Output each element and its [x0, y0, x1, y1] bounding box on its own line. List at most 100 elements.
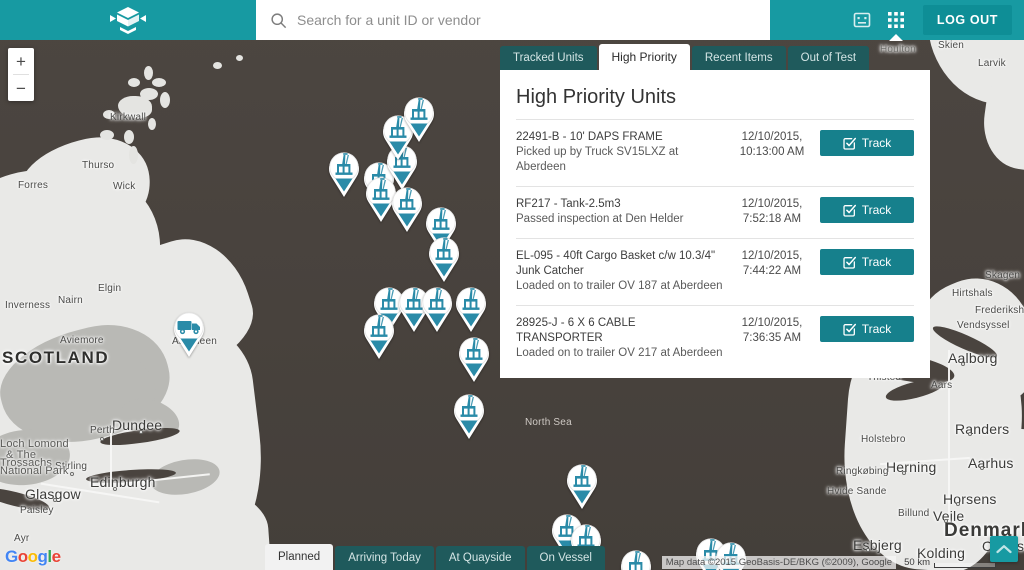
map-label: Aarhus: [968, 455, 1014, 471]
search-bar[interactable]: [256, 0, 770, 40]
map-label: Thurso: [82, 160, 115, 171]
reports-icon-button[interactable]: [845, 0, 879, 40]
zoom-in-button[interactable]: +: [8, 48, 34, 74]
map-label: Frederikshavn: [975, 305, 1024, 316]
unit-marker-rig[interactable]: [450, 392, 488, 440]
unit-title: RF217 - Tank-2.5m3: [516, 198, 621, 210]
unit-timestamp: 12/10/2015, 7:52:18 AM: [741, 198, 803, 225]
map-label: Randers: [955, 421, 1010, 437]
unit-list-item[interactable]: 22491-B - 10' DAPS FRAME Picked up by Tru…: [516, 119, 914, 186]
map-attribution: Map data ©2015 GeoBasis-DE/BKG (©2009), …: [661, 556, 896, 569]
island-shetland-b: [236, 55, 243, 61]
unit-title: 28925-J - 6 X 6 CABLE TRANSPORTER: [516, 317, 636, 344]
panel-tab[interactable]: Out of Test: [787, 46, 870, 70]
unit-marker-rig[interactable]: [360, 312, 398, 360]
track-button-label: Track: [861, 255, 892, 269]
map-label: Aars: [931, 380, 953, 391]
panel-body: High Priority Units 22491-B - 10' DAPS F…: [500, 70, 930, 378]
unit-marker-rig[interactable]: [400, 95, 438, 143]
oil-rig-icon: [459, 337, 489, 382]
active-menu-caret: [888, 34, 903, 41]
city-dot-aarhus: [980, 466, 984, 470]
unit-marker-rig[interactable]: [325, 150, 363, 198]
panel-tab[interactable]: Recent Items: [691, 46, 786, 70]
map-label: Nairn: [58, 295, 83, 306]
unit-marker-rig[interactable]: [455, 335, 493, 383]
unit-info: EL-095 - 40ft Cargo Basket c/w 10.3/4" J…: [516, 249, 734, 294]
google-logo-letter: o: [17, 547, 28, 566]
island-orkney-b: [128, 78, 140, 87]
map-filter-tab[interactable]: Arriving Today: [335, 546, 434, 570]
city-dot-herning: [902, 471, 906, 475]
search-input[interactable]: [297, 1, 737, 39]
panel-tab[interactable]: High Priority: [598, 44, 690, 70]
track-button[interactable]: Track: [820, 130, 914, 156]
unit-list-item[interactable]: EL-095 - 40ft Cargo Basket c/w 10.3/4" J…: [516, 238, 914, 305]
track-button[interactable]: Track: [820, 316, 914, 342]
unit-marker-truck[interactable]: [170, 310, 208, 358]
map-label: Edinburgh: [90, 474, 156, 490]
unit-timestamp: 12/10/2015, 7:44:22 AM: [741, 250, 803, 277]
apps-grid-button[interactable]: [879, 0, 913, 41]
unit-status: Loaded on to trailer OV 187 at Aberdeen: [516, 280, 723, 292]
app-header: LOG OUT: [0, 0, 1024, 41]
city-dot-stirling: [70, 472, 74, 476]
unit-marker-rig[interactable]: [617, 548, 655, 570]
unit-marker-rig[interactable]: [425, 235, 463, 283]
unit-marker-rig[interactable]: [563, 462, 601, 510]
unit-status: Picked up by Truck SV15LXZ at Aberdeen: [516, 146, 679, 173]
apps-grid-icon: [887, 12, 904, 28]
app-logo[interactable]: [0, 0, 256, 40]
track-button[interactable]: Track: [820, 249, 914, 275]
oil-rig-icon: [456, 287, 486, 332]
unit-status: Loaded on to trailer OV 217 at Aberdeen: [516, 347, 723, 359]
unit-info: RF217 - Tank-2.5m3 Passed inspection at D…: [516, 197, 734, 227]
map-scale: 50 km: [904, 557, 996, 568]
unit-title: 22491-B - 10' DAPS FRAME: [516, 131, 663, 143]
map-label: Ringkøbing: [836, 466, 889, 477]
map-label: Aalborg: [948, 350, 998, 366]
scroll-to-top-button[interactable]: [990, 536, 1018, 562]
oil-rig-icon: [404, 97, 434, 142]
map-filter-tab[interactable]: Planned: [265, 544, 334, 570]
unit-list: 22491-B - 10' DAPS FRAME Picked up by Tru…: [516, 119, 914, 372]
google-logo-letter: G: [5, 547, 18, 566]
oil-rig-icon: [621, 550, 651, 570]
map-label: Forres: [18, 180, 49, 191]
unit-marker-rig[interactable]: [388, 185, 426, 233]
panel-tab[interactable]: Tracked Units: [500, 46, 597, 70]
unit-list-item[interactable]: RF217 - Tank-2.5m3 Passed inspection at D…: [516, 186, 914, 238]
oil-rig-icon: [364, 314, 394, 359]
google-logo-letter: o: [27, 547, 38, 566]
map-label: Inverness: [5, 300, 51, 311]
island-orkney-i: [129, 146, 138, 164]
island-orkney-c: [152, 78, 166, 87]
unit-info: 22491-B - 10' DAPS FRAME Picked up by Tru…: [516, 130, 734, 175]
track-button[interactable]: Track: [820, 197, 914, 223]
map-label: Hvide Sande: [827, 486, 887, 497]
google-logo: Google: [5, 547, 61, 567]
map-label: Esbjerg: [853, 537, 902, 553]
city-dot-edinburgh: [113, 487, 117, 491]
high-priority-panel: Tracked Units High Priority Recent Items Ou…: [500, 44, 930, 378]
panel-tab-list: Tracked Units High Priority Recent Items Ou…: [500, 44, 930, 70]
map-zoom-control: + −: [8, 48, 34, 101]
unit-marker-rig[interactable]: [418, 285, 456, 333]
reports-icon: [853, 12, 871, 28]
unit-marker-rig[interactable]: [452, 285, 490, 333]
logout-button[interactable]: LOG OUT: [922, 5, 1012, 35]
city-dot-aalborg: [961, 362, 965, 366]
map-scale-bar: [934, 563, 996, 568]
map-label: National Park: [0, 465, 69, 477]
track-button-label: Track: [861, 203, 892, 217]
map-filter-tab[interactable]: On Vessel: [526, 546, 605, 570]
map-label: Perth: [90, 425, 115, 436]
zoom-out-button[interactable]: −: [8, 75, 34, 101]
island-shetland-a: [213, 62, 222, 69]
map-filter-tab[interactable]: At Quayside: [435, 546, 525, 570]
map-label: Herning: [886, 459, 937, 475]
island-orkney-g: [100, 130, 114, 140]
map-label: Dundee: [112, 417, 163, 433]
unit-list-item[interactable]: 28925-J - 6 X 6 CABLE TRANSPORTER Loaded …: [516, 305, 914, 372]
map-scale-label: 50 km: [904, 557, 930, 568]
